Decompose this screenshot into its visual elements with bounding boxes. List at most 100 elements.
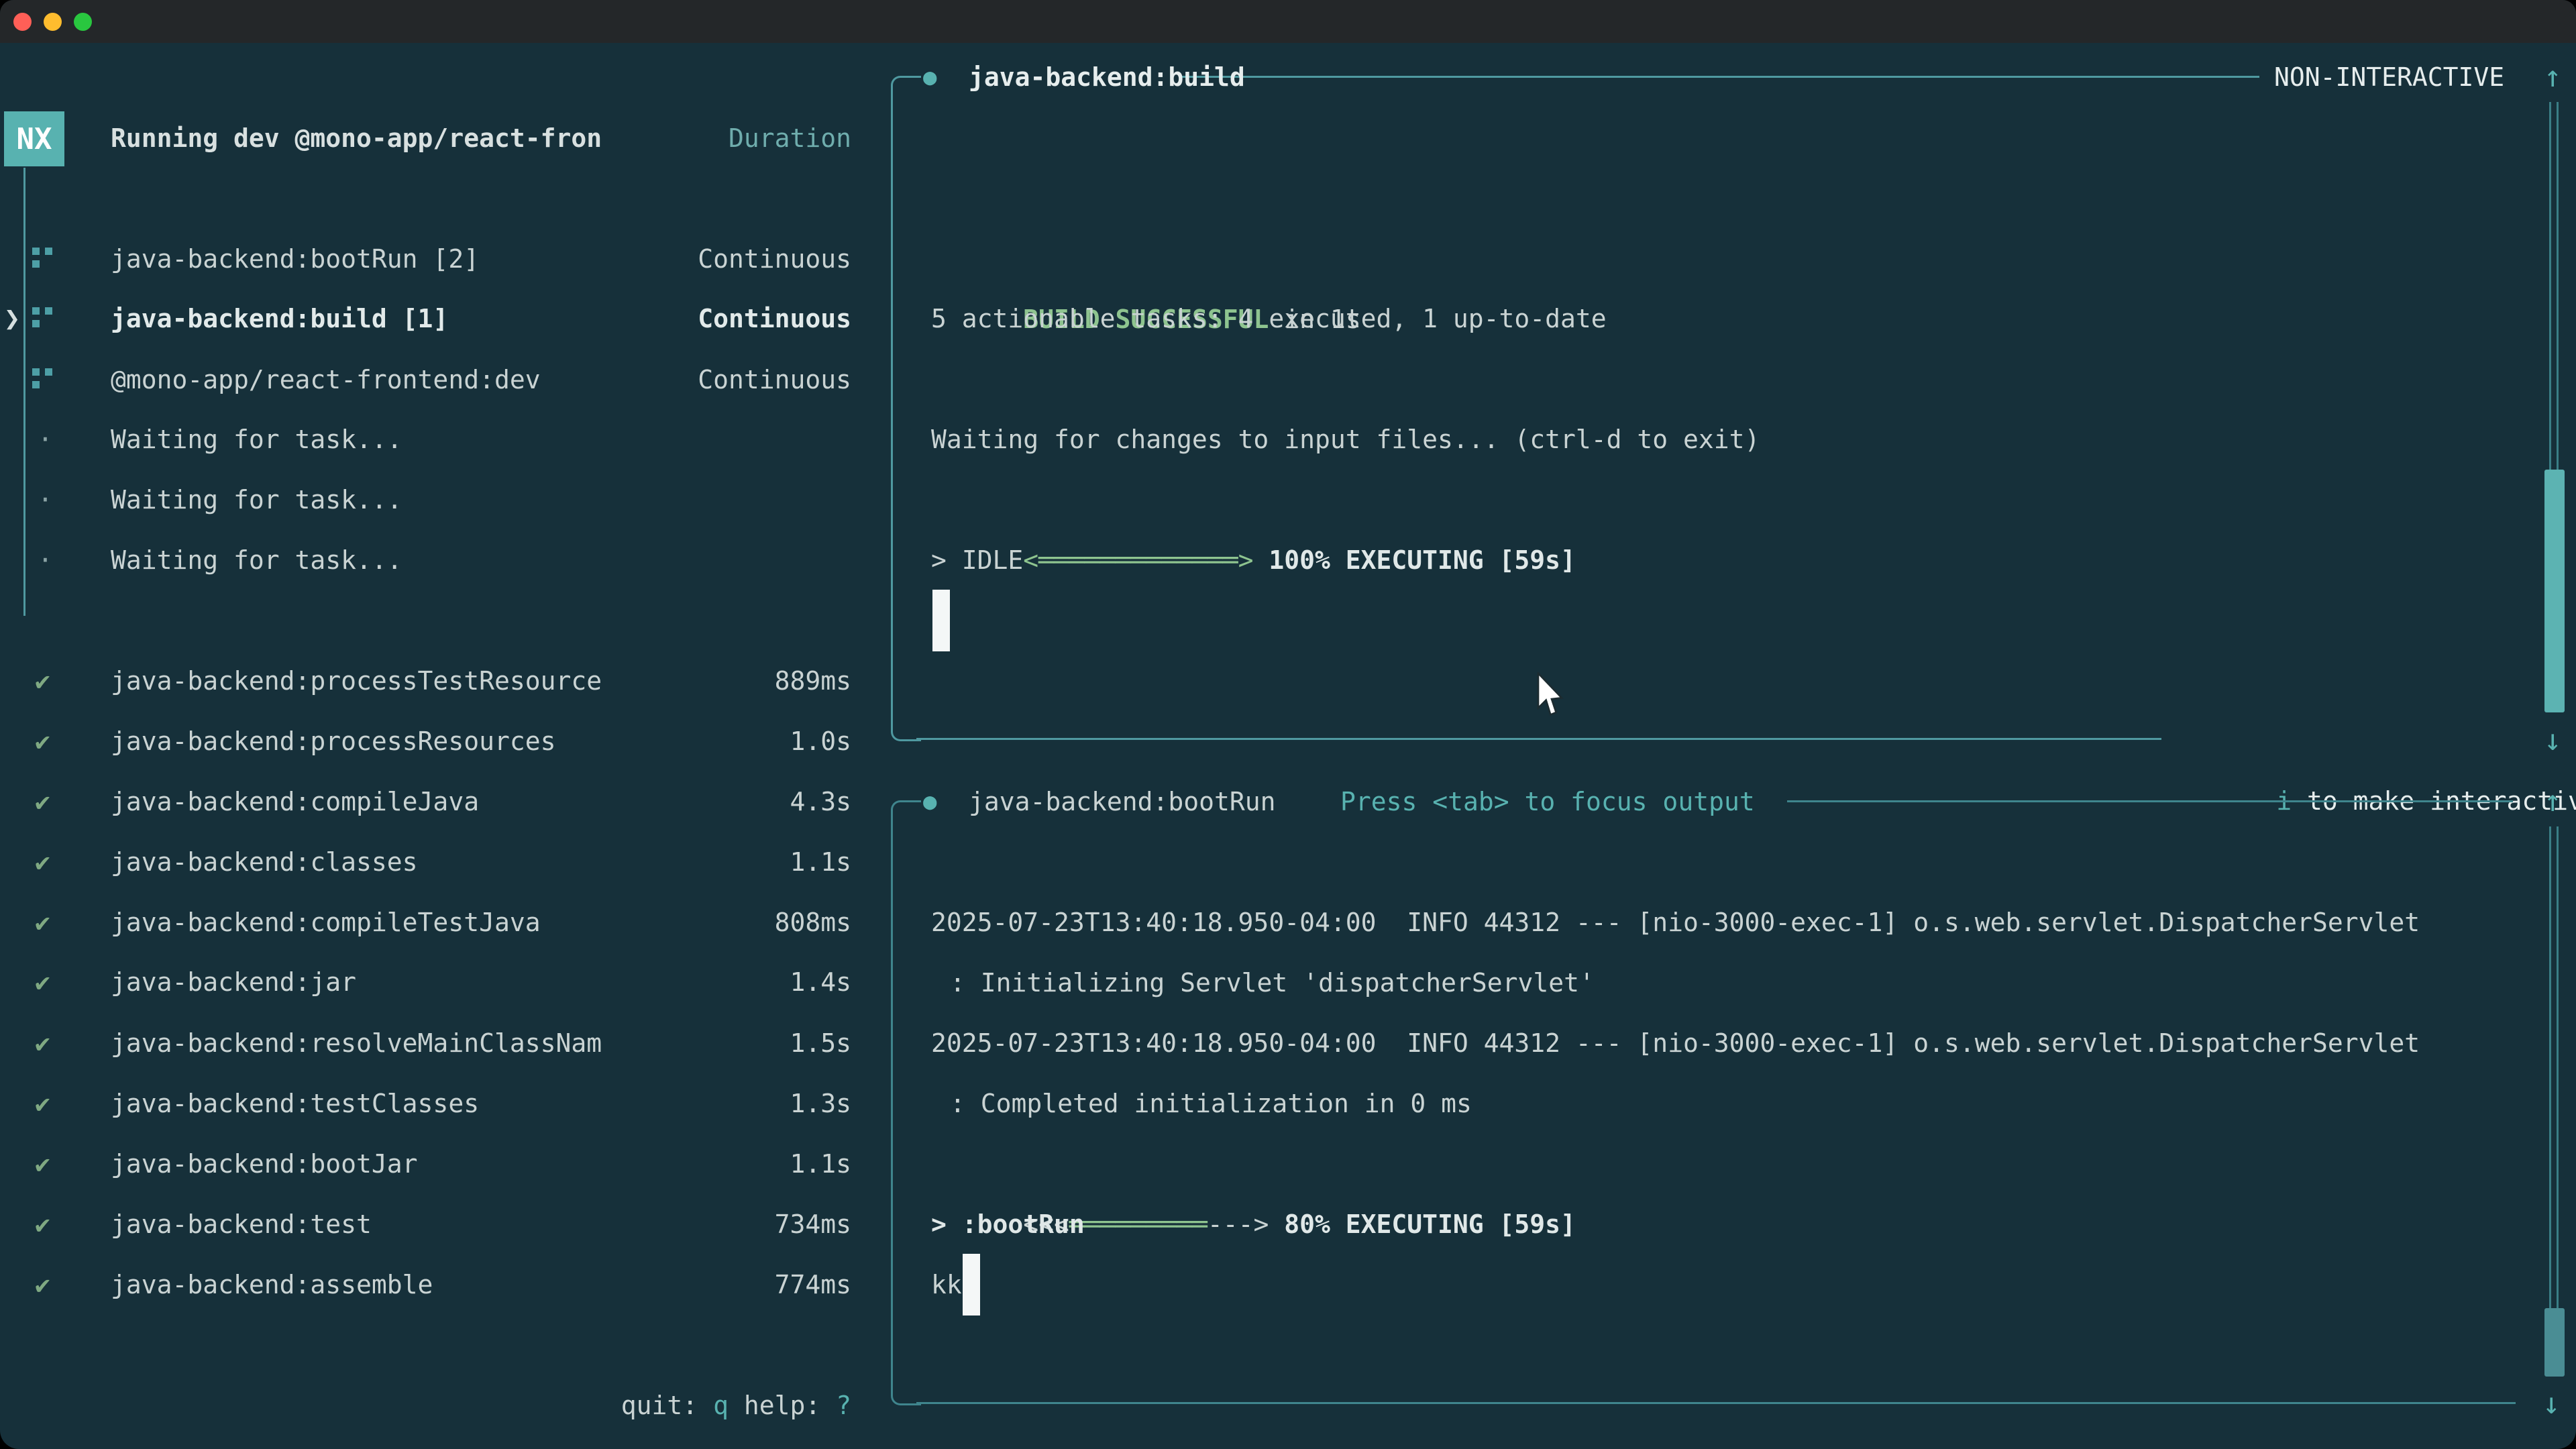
task-label: java-backend:jar xyxy=(111,952,356,1012)
help-key[interactable]: ? xyxy=(836,1391,851,1420)
task-row-selected[interactable]: ❯ java-backend:build [1] Continuous xyxy=(0,288,885,349)
log-line: 2025-07-23T13:40:18.950-04:00 INFO 44312… xyxy=(931,1013,2420,1073)
terminal-cursor xyxy=(963,1254,980,1316)
pane-border xyxy=(1787,800,2513,802)
task-label: Waiting for task... xyxy=(111,470,402,530)
task-label: java-backend:compileTestJava xyxy=(111,892,541,953)
check-icon: ✔ xyxy=(35,952,50,1012)
progress-bar-fill: ═════════════ xyxy=(1038,545,1238,575)
check-icon: ✔ xyxy=(35,651,50,711)
pane-border xyxy=(891,102,893,714)
progress-bar-remainder: ---> xyxy=(1208,1210,1269,1239)
task-row-done[interactable]: ✔ java-backend:resolveMainClassNam 1.5s xyxy=(0,1013,885,1073)
pane-border xyxy=(891,711,921,741)
task-duration: 1.1s xyxy=(790,832,851,892)
scroll-up-icon[interactable]: ↑ xyxy=(2544,47,2562,107)
pane-border xyxy=(916,738,2161,740)
check-icon: ✔ xyxy=(35,1073,50,1134)
task-row-done[interactable]: ✔ java-backend:testClasses 1.3s xyxy=(0,1073,885,1134)
selected-marker-icon: ❯ xyxy=(4,288,20,349)
task-row[interactable]: @mono-app/react-frontend:dev Continuous xyxy=(0,350,885,410)
task-row-waiting[interactable]: · Waiting for task... xyxy=(0,470,885,530)
scrollbar-thumb[interactable] xyxy=(2544,1308,2565,1377)
prompt-line: > :bootRun xyxy=(931,1194,1085,1254)
task-duration: 1.3s xyxy=(790,1073,851,1134)
check-icon: ✔ xyxy=(35,832,50,892)
task-row-done[interactable]: ✔ java-backend:assemble 774ms xyxy=(0,1254,885,1315)
progress-line: <<<═════════---> 80% EXECUTING [59s] xyxy=(931,1134,1576,1194)
task-duration: 1.0s xyxy=(790,711,851,771)
check-icon: ✔ xyxy=(35,771,50,832)
task-label: java-backend:build [1] xyxy=(111,288,448,349)
quit-label: quit: xyxy=(621,1391,713,1420)
task-label: java-backend:compileJava xyxy=(111,771,479,832)
tasks-summary: 5 actionable tasks: 4 executed, 1 up-to-… xyxy=(931,288,1607,349)
task-label: java-backend:testClasses xyxy=(111,1073,479,1134)
task-row-done[interactable]: ✔ java-backend:classes 1.1s xyxy=(0,832,885,892)
check-icon: ✔ xyxy=(35,1254,50,1315)
pane-border xyxy=(891,800,921,830)
task-label: java-backend:bootJar xyxy=(111,1134,418,1194)
task-duration: 808ms xyxy=(775,892,851,953)
task-row-done[interactable]: ✔ java-backend:test 734ms xyxy=(0,1194,885,1254)
pane-border xyxy=(891,76,921,106)
task-row-done[interactable]: ✔ java-backend:processResources 1.0s xyxy=(0,711,885,771)
sidebar-footer: ← 1/2 → quit: q help: ? xyxy=(0,1375,885,1436)
scrollbar-track[interactable] xyxy=(2549,826,2559,1375)
mouse-cursor-icon xyxy=(1535,672,1568,719)
terminal-cursor xyxy=(932,590,950,651)
scroll-down-icon[interactable]: ↓ xyxy=(2542,1374,2561,1434)
close-button[interactable] xyxy=(13,13,32,31)
waiting-dot-icon: · xyxy=(38,409,53,470)
check-icon: ✔ xyxy=(35,711,50,771)
waiting-dot-icon: · xyxy=(38,470,53,530)
scrollbar-thumb[interactable] xyxy=(2544,470,2565,712)
check-icon: ✔ xyxy=(35,1194,50,1254)
log-line: 2025-07-23T13:40:18.950-04:00 INFO 44312… xyxy=(931,892,2420,953)
task-label: java-backend:classes xyxy=(111,832,418,892)
task-row-waiting[interactable]: · Waiting for task... xyxy=(0,409,885,470)
waiting-line: Waiting for changes to input files... (c… xyxy=(931,409,1760,470)
task-row[interactable]: java-backend:bootRun [2] Continuous xyxy=(0,229,885,289)
terminal-input-text[interactable]: kk xyxy=(931,1254,962,1315)
task-label: Waiting for task... xyxy=(111,409,402,470)
task-duration: 1.5s xyxy=(790,1013,851,1073)
log-line: : Completed initialization in 0 ms xyxy=(931,1073,1472,1134)
task-label: java-backend:test xyxy=(111,1194,372,1254)
pane-title: java-backend:bootRun xyxy=(969,771,1276,832)
progress-label: 80% EXECUTING [59s] xyxy=(1269,1210,1576,1239)
pane-bullet-icon: ● xyxy=(923,771,936,832)
progress-label: 100% EXECUTING [59s] xyxy=(1253,545,1575,575)
progress-line: <═════════════> 100% EXECUTING [59s] xyxy=(931,470,1576,530)
progress-bar-close: > xyxy=(1238,545,1254,575)
task-duration: 1.1s xyxy=(790,1134,851,1194)
task-row-waiting[interactable]: · Waiting for task... xyxy=(0,530,885,590)
task-label: java-backend:resolveMainClassNam xyxy=(111,1013,602,1073)
task-label: java-backend:processTestResource xyxy=(111,651,602,711)
quit-key[interactable]: q xyxy=(713,1391,729,1420)
task-label: java-backend:processResources xyxy=(111,711,555,771)
task-row-done[interactable]: ✔ java-backend:compileJava 4.3s xyxy=(0,771,885,832)
check-icon: ✔ xyxy=(35,1134,50,1194)
task-row-done[interactable]: ✔ java-backend:compileTestJava 808ms xyxy=(0,892,885,953)
task-duration: 4.3s xyxy=(790,771,851,832)
zoom-button[interactable] xyxy=(74,13,92,31)
minimize-button[interactable] xyxy=(44,13,62,31)
task-row-done[interactable]: ✔ java-backend:processTestResource 889ms xyxy=(0,651,885,711)
task-label: Waiting for task... xyxy=(111,530,402,590)
pane-bullet-icon: ● xyxy=(923,47,936,107)
pane-border xyxy=(916,1402,2516,1404)
task-row-done[interactable]: ✔ java-backend:jar 1.4s xyxy=(0,952,885,1012)
scroll-up-icon[interactable]: ↑ xyxy=(2544,771,2562,832)
task-spinner-icon xyxy=(32,245,52,274)
task-duration: 1.4s xyxy=(790,952,851,1012)
task-duration: 889ms xyxy=(775,651,851,711)
check-icon: ✔ xyxy=(35,892,50,953)
task-spinner-icon xyxy=(32,366,52,395)
scroll-down-icon[interactable]: ↓ xyxy=(2544,710,2562,771)
mode-badge: NON-INTERACTIVE xyxy=(2274,47,2504,107)
task-row-done[interactable]: ✔ java-backend:bootJar 1.1s xyxy=(0,1134,885,1194)
focus-hint: Press <tab> to focus output xyxy=(1340,771,1755,832)
idle-line: > IDLE xyxy=(931,530,1023,590)
task-spinner-icon xyxy=(32,305,52,334)
